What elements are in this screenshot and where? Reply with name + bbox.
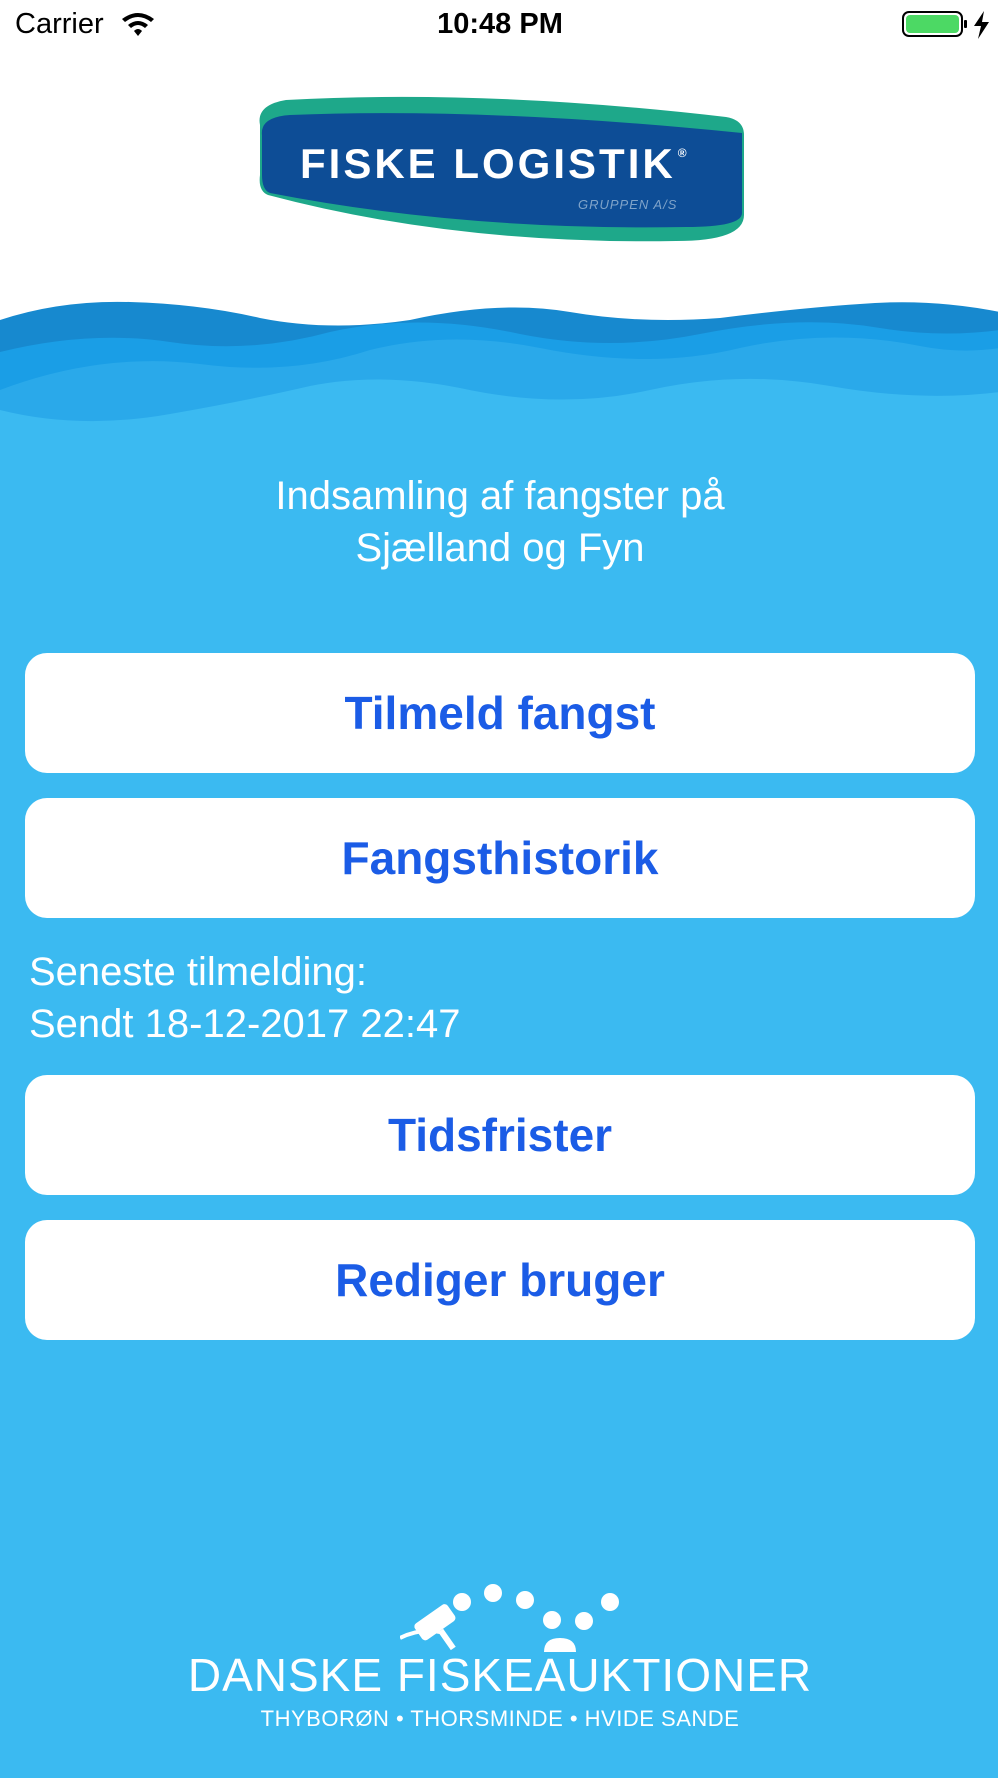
latest-registration: Seneste tilmelding: Sendt 18-12-2017 22:… xyxy=(29,946,460,1050)
auction-gavel-logo-icon xyxy=(400,1584,619,1652)
status-time: 10:48 PM xyxy=(437,8,563,40)
tidsfrister-button[interactable]: Tidsfrister xyxy=(25,1075,975,1195)
battery-charging-icon xyxy=(902,11,989,39)
danske-fiskeauktioner-name: DANSKE FISKEAUKTIONER xyxy=(187,1649,813,1701)
fangsthistorik-button[interactable]: Fangsthistorik xyxy=(25,798,975,918)
logo-word-fiske: FISKE xyxy=(300,140,439,187)
tilmeld-fangst-button[interactable]: Tilmeld fangst xyxy=(25,653,975,773)
app-screen: Carrier 10:48 PM FISKE LOGISTIK ® GRUPPEN… xyxy=(0,0,1000,1778)
latest-registration-label: Seneste tilmelding: xyxy=(29,950,367,994)
fiskelogistik-wordmark: FISKE LOGISTIK ® xyxy=(300,140,710,188)
status-bar: Carrier 10:48 PM xyxy=(0,0,1000,52)
danske-fiskeauktioner-places: THYBORØN • THORSMINDE • HVIDE SANDE xyxy=(260,1706,740,1731)
latest-registration-value: Sendt 18-12-2017 22:47 xyxy=(29,1002,461,1046)
logo-word-logistik: LOGISTIK xyxy=(453,140,676,187)
logo-subtitle: GRUPPEN A/S xyxy=(578,197,678,212)
subtitle-line-1: Indsamling af fangster på xyxy=(275,474,725,518)
logo-registered-mark: ® xyxy=(677,146,690,160)
subtitle-line-2: Sjælland og Fyn xyxy=(355,526,645,570)
rediger-bruger-button[interactable]: Rediger bruger xyxy=(25,1220,975,1340)
app-subtitle: Indsamling af fangster på Sjælland og Fy… xyxy=(0,470,1000,574)
